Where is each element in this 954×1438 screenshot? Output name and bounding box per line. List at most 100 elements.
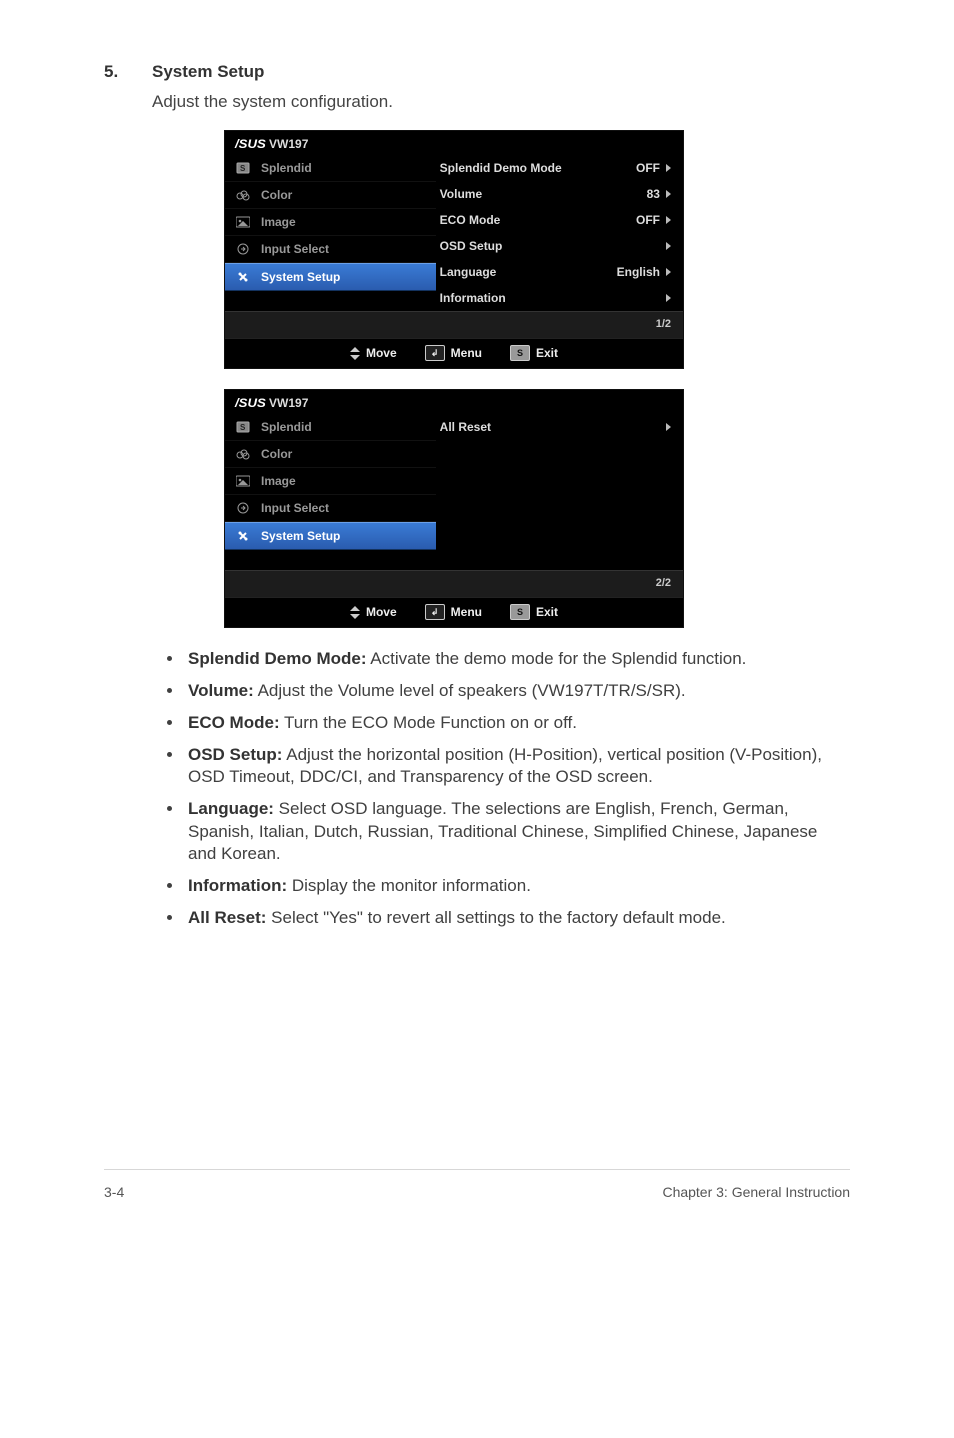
option-language[interactable]: Language English bbox=[436, 259, 677, 285]
section-number: 5. bbox=[104, 62, 152, 82]
option-osd-setup[interactable]: OSD Setup bbox=[436, 233, 677, 259]
enter-key-icon: ↲ bbox=[425, 345, 445, 361]
option-label: Language bbox=[440, 265, 497, 279]
list-item: Splendid Demo Mode: Activate the demo mo… bbox=[184, 648, 850, 670]
menu-item-color[interactable]: Color bbox=[225, 441, 436, 468]
list-item: All Reset: Select "Yes" to revert all se… bbox=[184, 907, 850, 929]
chevron-right-icon bbox=[666, 268, 671, 276]
feature-name: Splendid Demo Mode: bbox=[188, 649, 367, 668]
footer-divider bbox=[104, 1169, 850, 1170]
osd-titlebar: /SUS VW197 bbox=[225, 131, 683, 155]
footer-menu-label: Menu bbox=[451, 346, 482, 360]
system-setup-icon bbox=[235, 529, 251, 543]
color-icon bbox=[235, 188, 251, 202]
feature-name: Information: bbox=[188, 876, 287, 895]
feature-desc: Select OSD language. The selections are … bbox=[188, 799, 817, 862]
list-item: OSD Setup: Adjust the horizontal positio… bbox=[184, 744, 850, 788]
chevron-right-icon bbox=[666, 164, 671, 172]
menu-item-image[interactable]: Image bbox=[225, 468, 436, 495]
s-key-icon: S bbox=[510, 345, 530, 361]
footer-exit: S Exit bbox=[510, 604, 558, 620]
footer-exit-label: Exit bbox=[536, 605, 558, 619]
color-icon bbox=[235, 447, 251, 461]
option-information[interactable]: Information bbox=[436, 285, 677, 311]
feature-name: ECO Mode: bbox=[188, 713, 280, 732]
svg-text:S: S bbox=[240, 164, 246, 173]
list-item: ECO Mode: Turn the ECO Mode Function on … bbox=[184, 712, 850, 734]
page-number: 3-4 bbox=[104, 1184, 124, 1200]
menu-item-label: Input Select bbox=[261, 242, 329, 256]
option-label: ECO Mode bbox=[440, 213, 501, 227]
footer-move: Move bbox=[350, 605, 397, 619]
chevron-right-icon bbox=[666, 423, 671, 431]
feature-desc: Activate the demo mode for the Splendid … bbox=[367, 649, 747, 668]
osd-menu-list: S Splendid Color Image Input Select bbox=[225, 414, 436, 570]
footer-menu-label: Menu bbox=[451, 605, 482, 619]
feature-name: OSD Setup: bbox=[188, 745, 282, 764]
input-select-icon bbox=[235, 242, 251, 256]
list-item: Information: Display the monitor informa… bbox=[184, 875, 850, 897]
menu-item-label: Color bbox=[261, 188, 292, 202]
feature-list: Splendid Demo Mode: Activate the demo mo… bbox=[104, 648, 850, 929]
option-label: Volume bbox=[440, 187, 482, 201]
footer-move-label: Move bbox=[366, 346, 397, 360]
updown-icon bbox=[350, 606, 360, 619]
enter-key-icon: ↲ bbox=[425, 604, 445, 620]
svg-text:S: S bbox=[240, 423, 246, 432]
menu-item-system-setup[interactable]: System Setup bbox=[225, 263, 436, 291]
osd-panel-1: /SUS VW197 S Splendid Color Image bbox=[224, 130, 684, 369]
option-label: OSD Setup bbox=[440, 239, 503, 253]
footer-exit-label: Exit bbox=[536, 346, 558, 360]
menu-item-input-select[interactable]: Input Select bbox=[225, 236, 436, 263]
menu-item-splendid[interactable]: S Splendid bbox=[225, 414, 436, 441]
menu-item-splendid[interactable]: S Splendid bbox=[225, 155, 436, 182]
osd-options-list: All Reset bbox=[436, 414, 683, 570]
menu-item-image[interactable]: Image bbox=[225, 209, 436, 236]
menu-item-system-setup[interactable]: System Setup bbox=[225, 522, 436, 550]
osd-menu-list: S Splendid Color Image Input Select bbox=[225, 155, 436, 311]
image-icon bbox=[235, 474, 251, 488]
feature-desc: Adjust the horizontal position (H-Positi… bbox=[188, 745, 822, 786]
menu-item-input-select[interactable]: Input Select bbox=[225, 495, 436, 522]
system-setup-icon bbox=[235, 270, 251, 284]
chevron-right-icon bbox=[666, 216, 671, 224]
updown-icon bbox=[350, 347, 360, 360]
splendid-icon: S bbox=[235, 420, 251, 434]
page-indicator: 1/2 bbox=[225, 311, 683, 338]
chapter-label: Chapter 3: General Instruction bbox=[662, 1184, 850, 1200]
image-icon bbox=[235, 215, 251, 229]
osd-model-label: VW197 bbox=[269, 396, 308, 410]
page-indicator: 2/2 bbox=[225, 570, 683, 597]
footer-exit: S Exit bbox=[510, 345, 558, 361]
footer-move: Move bbox=[350, 346, 397, 360]
feature-desc: Select "Yes" to revert all settings to t… bbox=[266, 908, 725, 927]
splendid-icon: S bbox=[235, 161, 251, 175]
menu-item-label: System Setup bbox=[261, 529, 340, 543]
chevron-right-icon bbox=[666, 294, 671, 302]
section-header: 5. System Setup bbox=[104, 62, 850, 82]
feature-name: Volume: bbox=[188, 681, 254, 700]
list-item: Language: Select OSD language. The selec… bbox=[184, 798, 850, 864]
section-description: Adjust the system configuration. bbox=[152, 92, 850, 112]
section-title: System Setup bbox=[152, 62, 264, 82]
osd-model-label: VW197 bbox=[269, 137, 308, 151]
option-all-reset[interactable]: All Reset bbox=[436, 414, 677, 440]
option-label: Splendid Demo Mode bbox=[440, 161, 562, 175]
menu-item-label: Splendid bbox=[261, 420, 312, 434]
menu-item-color[interactable]: Color bbox=[225, 182, 436, 209]
chevron-right-icon bbox=[666, 242, 671, 250]
osd-panel-2: /SUS VW197 S Splendid Color Image bbox=[224, 389, 684, 628]
feature-name: All Reset: bbox=[188, 908, 266, 927]
menu-item-label: System Setup bbox=[261, 270, 340, 284]
option-eco-mode[interactable]: ECO Mode OFF bbox=[436, 207, 677, 233]
osd-footer: Move ↲ Menu S Exit bbox=[225, 338, 683, 368]
option-volume[interactable]: Volume 83 bbox=[436, 181, 677, 207]
osd-options-list: Splendid Demo Mode OFF Volume 83 ECO Mod… bbox=[436, 155, 683, 311]
footer-menu: ↲ Menu bbox=[425, 345, 482, 361]
option-splendid-demo-mode[interactable]: Splendid Demo Mode OFF bbox=[436, 155, 677, 181]
option-label: All Reset bbox=[440, 420, 491, 434]
menu-item-label: Input Select bbox=[261, 501, 329, 515]
feature-desc: Turn the ECO Mode Function on or off. bbox=[280, 713, 577, 732]
option-value: 83 bbox=[647, 187, 660, 201]
footer-move-label: Move bbox=[366, 605, 397, 619]
